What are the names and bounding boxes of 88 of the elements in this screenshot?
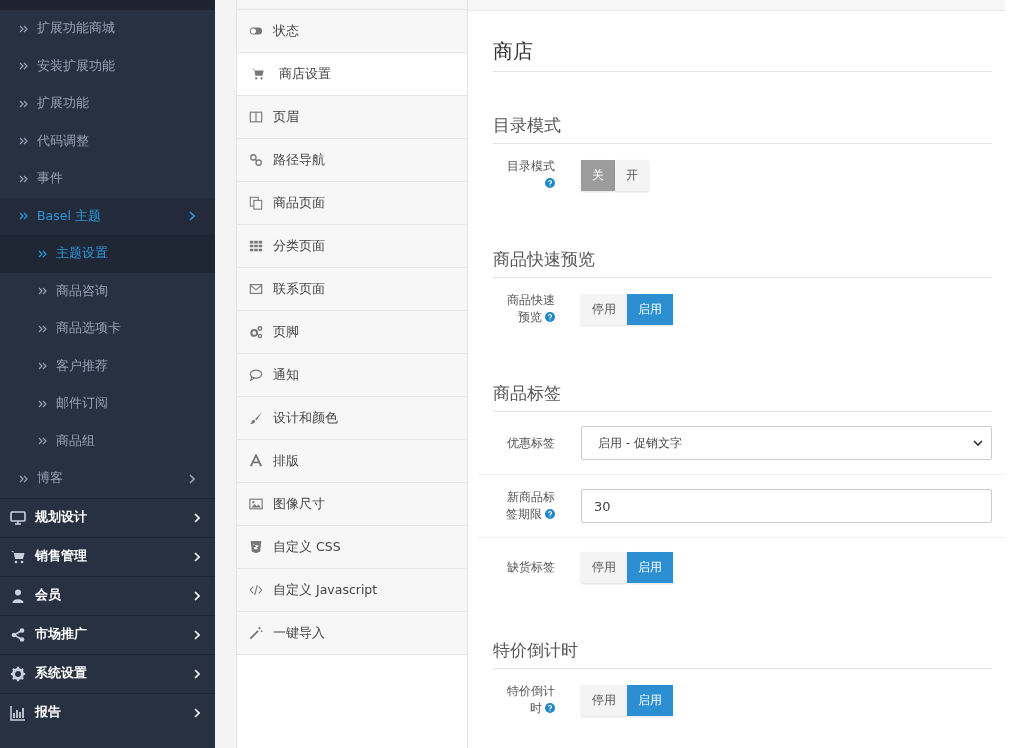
toggle-option[interactable]: 停用 [581,552,627,583]
sidebar-item[interactable]: Basel 主题 [0,197,215,235]
cart-icon [10,548,26,565]
sidebar-item[interactable]: 代码调整 [0,122,215,160]
settings-tab[interactable]: 页眉 [237,96,467,139]
settings-tab[interactable]: 联系页面 [237,268,467,311]
settings-tab[interactable]: 自定义 Javascript [237,569,467,612]
field-label: 优惠标签 [506,434,555,452]
font-icon [249,454,263,468]
settings-tab[interactable]: 自定义 CSS [237,526,467,569]
chevron-right-icon [188,473,195,484]
help-icon[interactable] [545,703,555,713]
chevron-right-icon [188,211,195,222]
sidebar-menu-item[interactable]: 报告 [0,692,215,732]
chevron-right-icon [193,629,200,640]
input-field[interactable]: 30 [581,489,992,523]
sidebar-subitem[interactable]: 主题设置 [0,235,215,273]
settings-tab[interactable]: 图像尺寸 [237,483,467,526]
toggle-option[interactable]: 开 [615,159,649,191]
settings-tab[interactable]: 设计和颜色 [237,397,467,440]
field-label: 商品快速预览 [506,292,555,326]
copy-icon [249,196,263,210]
toggle-option[interactable]: 停用 [581,293,627,325]
double-chevron-icon [19,173,28,184]
sidebar-item[interactable]: 事件 [0,160,215,198]
field-label: 缺货标签 [506,559,555,576]
section-title: 目录模式 [493,114,992,144]
toggle-option[interactable]: 启用 [627,684,673,716]
field-label: 目录模式 [503,158,555,192]
section-title: 商品标签 [493,382,992,412]
chevron-right-icon [193,512,200,523]
envelope-icon [249,282,263,296]
grid-icon [249,239,263,253]
double-chevron-icon [38,361,47,372]
chevron-down-icon [973,439,983,447]
share-icon [10,626,26,643]
gear-icon [10,665,26,682]
double-chevron-icon [19,473,28,484]
chevron-right-icon [193,668,200,679]
gears-icon [249,325,263,339]
chevron-right-icon [193,551,200,562]
select-field[interactable]: 启用 - 促销文字 [581,426,992,460]
double-chevron-icon [19,136,28,147]
toggle-option[interactable]: 停用 [581,684,627,716]
chart-icon [10,704,26,721]
double-chevron-icon [19,23,28,34]
double-chevron-icon [38,286,47,297]
settings-tab[interactable]: 分类页面 [237,225,467,268]
settings-tab[interactable]: 状态 [237,10,467,53]
css-icon [249,540,263,554]
double-chevron-icon [19,61,28,72]
double-chevron-icon [38,323,47,334]
sidebar-item[interactable]: 扩展功能 [0,85,215,123]
settings-tab[interactable]: 一键导入 [237,612,467,655]
image-icon [249,497,263,511]
user-icon [10,587,26,604]
settings-tab[interactable]: 排版 [237,440,467,483]
monitor-icon [10,509,26,526]
toggle-option[interactable]: 启用 [627,552,673,583]
field-label: 新商品标签期限 [505,489,555,523]
page-title: 商店 [493,38,992,72]
section-title: 特价倒计时 [493,639,992,669]
double-chevron-icon [19,211,28,222]
settings-tab[interactable]: 路径导航 [237,139,467,182]
double-chevron-icon [38,398,47,409]
double-chevron-icon [38,436,47,447]
settings-tab[interactable]: 商品页面 [237,182,467,225]
comment-icon [249,368,263,382]
sidebar-item[interactable]: 博客 [0,460,215,498]
help-icon[interactable] [545,178,555,188]
chevron-right-icon [193,707,200,718]
settings-tab[interactable]: 页脚 [237,311,467,354]
section-title: 商品快速预览 [493,248,992,278]
sidebar-item[interactable]: 安装扩展功能 [0,47,215,85]
double-chevron-icon [19,98,28,109]
help-icon[interactable] [545,312,555,322]
field-label: 特价倒计时 [506,683,555,717]
help-icon[interactable] [545,509,555,519]
settings-tab[interactable]: 通知 [237,354,467,397]
wand-icon [249,626,263,640]
sidebar-item[interactable]: 扩展功能商城 [0,10,215,48]
chevron-right-icon [193,590,200,601]
toggle-option[interactable]: 启用 [627,293,673,325]
link-icon [249,153,263,167]
columns-icon [249,110,263,124]
code-icon [249,583,263,597]
cart-icon [251,67,265,81]
double-chevron-icon [38,248,47,259]
